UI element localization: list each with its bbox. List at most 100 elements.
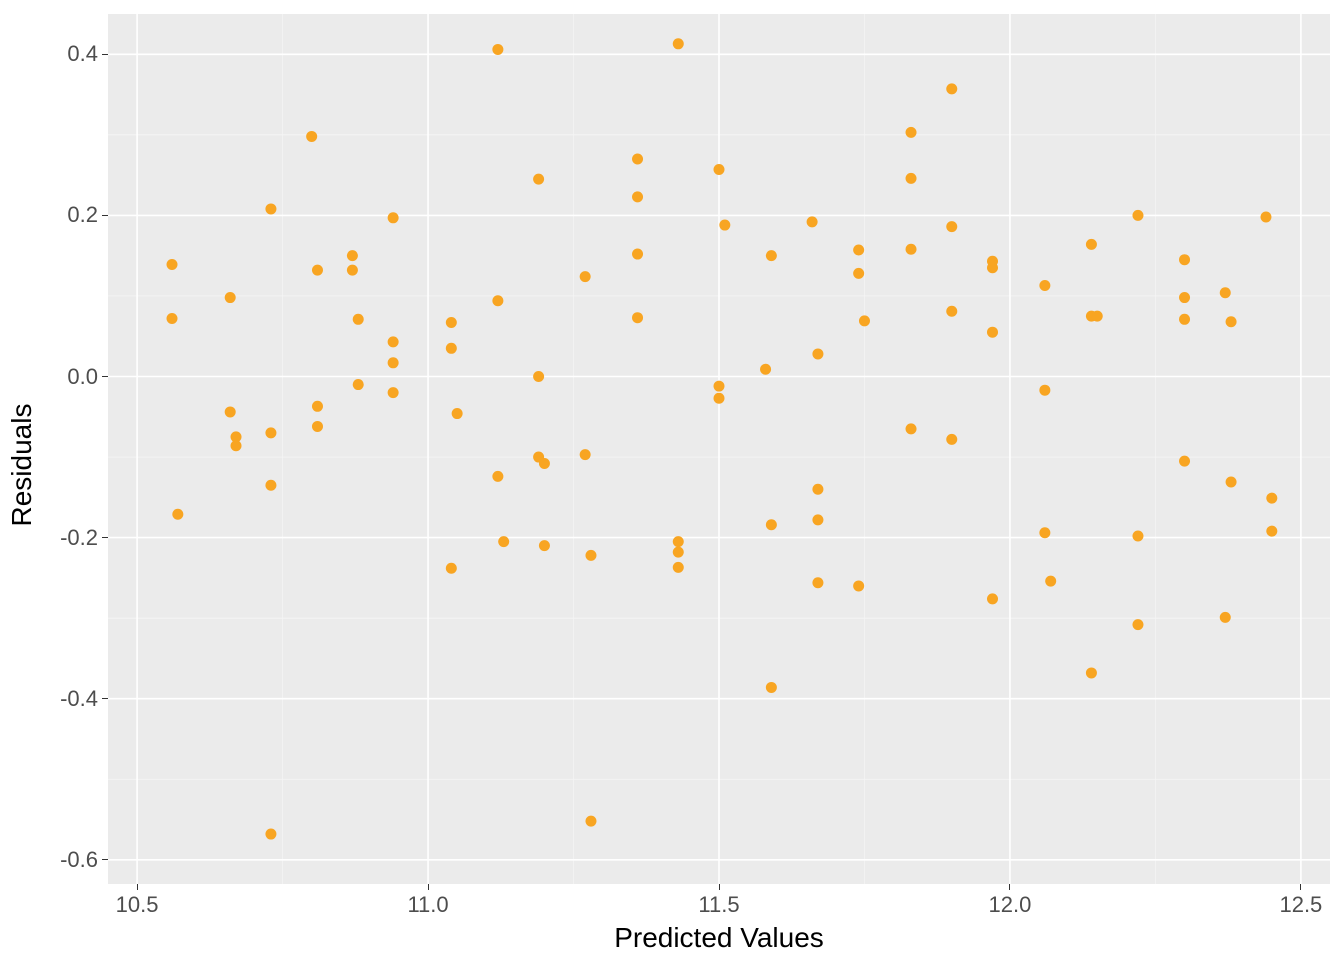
data-point: [1220, 612, 1231, 623]
data-point: [172, 509, 183, 520]
data-point: [388, 357, 399, 368]
data-point: [388, 336, 399, 347]
data-point: [714, 393, 725, 404]
data-point: [265, 203, 276, 214]
data-point: [1226, 477, 1237, 488]
data-point: [987, 262, 998, 273]
data-point: [673, 38, 684, 49]
data-point: [533, 371, 544, 382]
x-tick-label: 12.0: [989, 892, 1032, 918]
data-point: [1039, 280, 1050, 291]
data-point: [388, 212, 399, 223]
data-point: [446, 343, 457, 354]
x-tick-mark: [137, 884, 138, 890]
data-point: [853, 580, 864, 591]
data-point: [1179, 456, 1190, 467]
data-point: [1266, 493, 1277, 504]
data-point: [766, 250, 777, 261]
data-point: [1220, 287, 1231, 298]
data-point: [946, 221, 957, 232]
scatter-points: [167, 38, 1278, 839]
data-point: [312, 265, 323, 276]
x-tick-mark: [1300, 884, 1301, 890]
data-point: [1260, 212, 1271, 223]
data-point: [265, 480, 276, 491]
data-point: [265, 427, 276, 438]
scatter-svg: [108, 14, 1330, 884]
x-tick-mark: [1009, 884, 1010, 890]
data-point: [446, 563, 457, 574]
data-point: [353, 314, 364, 325]
data-point: [1132, 210, 1143, 221]
data-point: [1039, 527, 1050, 538]
data-point: [1045, 576, 1056, 587]
data-point: [807, 216, 818, 227]
data-point: [265, 829, 276, 840]
data-point: [492, 44, 503, 55]
data-point: [1039, 385, 1050, 396]
data-point: [673, 547, 684, 558]
y-axis-title: Residuals: [6, 404, 38, 527]
data-point: [812, 577, 823, 588]
data-point: [632, 312, 643, 323]
data-point: [533, 174, 544, 185]
data-point: [1266, 526, 1277, 537]
y-tick-label: -0.6: [60, 847, 98, 873]
data-point: [580, 449, 591, 460]
data-point: [946, 306, 957, 317]
data-point: [987, 327, 998, 338]
data-point: [312, 421, 323, 432]
data-point: [1086, 239, 1097, 250]
x-tick-label: 12.5: [1279, 892, 1322, 918]
data-point: [946, 434, 957, 445]
data-point: [452, 408, 463, 419]
data-point: [1179, 254, 1190, 265]
data-point: [766, 519, 777, 530]
data-point: [859, 315, 870, 326]
data-point: [1226, 316, 1237, 327]
data-point: [492, 295, 503, 306]
data-point: [492, 471, 503, 482]
data-point: [231, 431, 242, 442]
data-point: [353, 379, 364, 390]
data-point: [906, 127, 917, 138]
chart-container: 10.511.011.512.012.5-0.6-0.4-0.20.00.20.…: [0, 0, 1344, 960]
x-axis-title: Predicted Values: [614, 922, 824, 954]
y-tick-mark: [102, 215, 108, 216]
x-tick-mark: [428, 884, 429, 890]
data-point: [632, 154, 643, 165]
data-point: [306, 131, 317, 142]
data-point: [632, 249, 643, 260]
data-point: [1086, 667, 1097, 678]
data-point: [987, 593, 998, 604]
x-tick-label: 10.5: [116, 892, 159, 918]
data-point: [498, 536, 509, 547]
data-point: [714, 381, 725, 392]
data-point: [312, 401, 323, 412]
data-point: [946, 83, 957, 94]
data-point: [1179, 292, 1190, 303]
data-point: [906, 423, 917, 434]
data-point: [906, 244, 917, 255]
y-tick-mark: [102, 376, 108, 377]
data-point: [225, 292, 236, 303]
data-point: [812, 514, 823, 525]
data-point: [585, 550, 596, 561]
data-point: [1132, 531, 1143, 542]
data-point: [1092, 311, 1103, 322]
data-point: [853, 268, 864, 279]
y-tick-label: 0.4: [67, 41, 98, 67]
data-point: [632, 191, 643, 202]
data-point: [714, 164, 725, 175]
data-point: [766, 682, 777, 693]
data-point: [719, 220, 730, 231]
data-point: [347, 250, 358, 261]
y-tick-mark: [102, 698, 108, 699]
y-tick-mark: [102, 537, 108, 538]
data-point: [225, 406, 236, 417]
y-tick-label: 0.0: [67, 364, 98, 390]
data-point: [580, 271, 591, 282]
data-point: [673, 536, 684, 547]
y-tick-label: -0.4: [60, 686, 98, 712]
y-tick-label: 0.2: [67, 202, 98, 228]
